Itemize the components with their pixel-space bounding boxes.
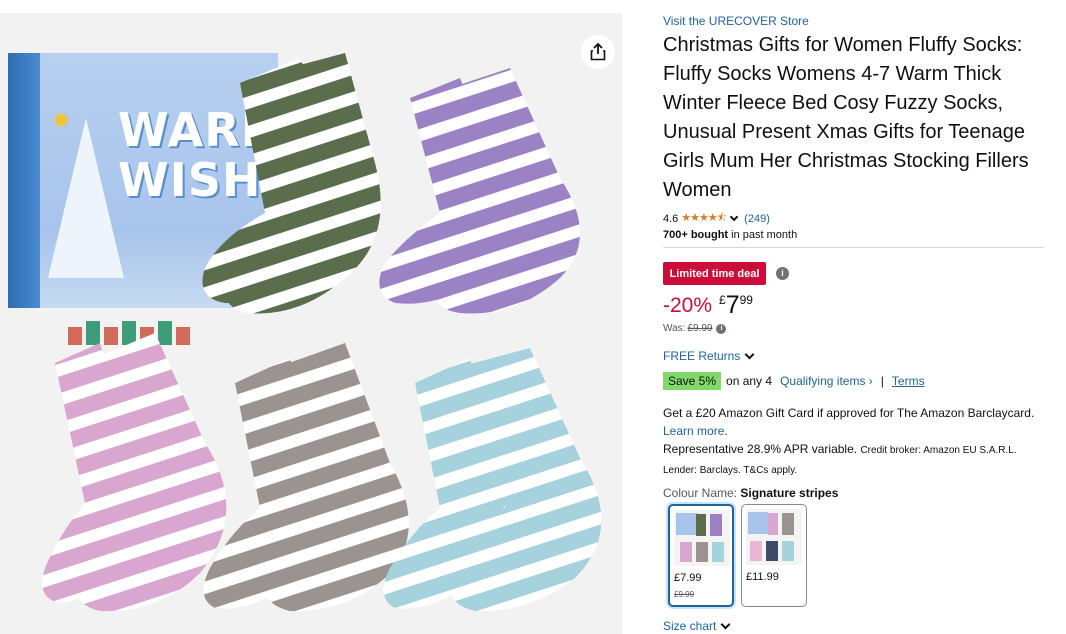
- colour-selected-value: Signature stripes: [740, 486, 839, 500]
- gift-card-text: Get a £20 Amazon Gift Card if approved f…: [663, 406, 1035, 420]
- price-whole: 7: [725, 291, 740, 319]
- discount-percent: -20%: [663, 294, 713, 317]
- info-icon[interactable]: i: [776, 267, 789, 280]
- was-price-row: Was: £9.99 i: [663, 323, 727, 334]
- socks-illustration: [42, 53, 602, 612]
- free-returns-label: FREE Returns: [663, 349, 741, 363]
- savings-text: on any 4: [726, 374, 773, 388]
- gift-card-offer: Get a £20 Amazon Gift Card if approved f…: [663, 404, 1048, 440]
- store-link[interactable]: Visit the URECOVER Store: [663, 14, 809, 28]
- chevron-down-icon: [744, 349, 755, 359]
- free-returns-link[interactable]: FREE Returns: [663, 349, 755, 363]
- chevron-down-icon[interactable]: [729, 212, 739, 221]
- bought-count: 700+ bought: [663, 229, 729, 241]
- gift-card-period: .: [724, 424, 728, 438]
- chevron-down-icon: [720, 619, 731, 629]
- size-chart-link[interactable]: Size chart: [663, 619, 731, 633]
- info-icon[interactable]: i: [716, 323, 727, 334]
- qualifying-items-link[interactable]: Qualifying items ›: [780, 374, 873, 388]
- share-button[interactable]: [581, 35, 615, 69]
- rating-value: 4.6: [663, 212, 679, 225]
- product-title: Christmas Gifts for Women Fluffy Socks: …: [663, 34, 1029, 201]
- price-fraction: 99: [739, 293, 753, 307]
- rating-count-link[interactable]: (249): [744, 213, 770, 225]
- swatch-thumbnail: [674, 510, 730, 566]
- savings-row: Save 5% on any 4 Qualifying items › | Te…: [663, 372, 925, 390]
- colour-name-label: Colour Name:: [663, 486, 738, 500]
- rating-row[interactable]: 4.6 ★★★★⯪ (249): [663, 209, 770, 228]
- limited-time-deal-badge: Limited time deal: [663, 262, 766, 285]
- swatch-price: £11.99: [746, 571, 779, 583]
- swatch-thumbnail: [746, 509, 802, 565]
- save-percent-badge: Save 5%: [663, 372, 722, 390]
- separator: |: [880, 374, 884, 388]
- bought-period: in past month: [731, 229, 798, 241]
- was-label: Was:: [663, 323, 686, 334]
- apr-main: Representative 28.9% APR variable.: [663, 442, 858, 456]
- was-price: £9.99: [687, 323, 713, 334]
- divider: [663, 247, 1044, 248]
- colour-swatch-signature-stripes[interactable]: £7.99 £9.99: [668, 504, 734, 607]
- learn-more-link[interactable]: Learn more: [663, 424, 724, 438]
- price-row: -20% £ 7 99: [663, 292, 753, 318]
- price-currency: £: [719, 293, 726, 307]
- colour-swatch-2[interactable]: £11.99: [741, 504, 807, 607]
- bought-in-past-month: 700+ bought in past month: [663, 229, 797, 241]
- product-main-image[interactable]: ✹ WARM WISHES: [0, 13, 622, 634]
- apr-info: Representative 28.9% APR variable. Credi…: [663, 440, 1048, 480]
- swatch-was-price: £9.99: [674, 590, 695, 599]
- terms-link[interactable]: Terms: [892, 374, 925, 388]
- colour-name-row: Colour Name: Signature stripes: [663, 486, 838, 500]
- star-rating-icon[interactable]: ★★★★⯪: [681, 209, 727, 228]
- share-icon: [590, 43, 606, 61]
- size-chart-label: Size chart: [663, 619, 717, 633]
- swatch-price: £7.99: [674, 572, 702, 584]
